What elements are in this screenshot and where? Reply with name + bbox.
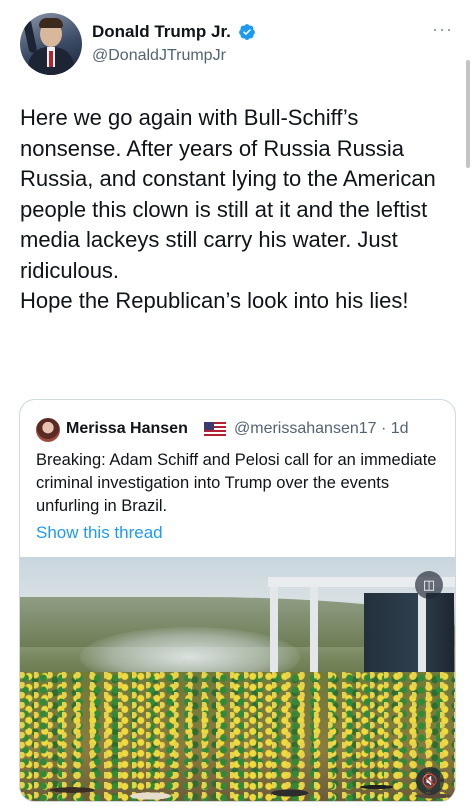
quoted-media-image[interactable]: ◫ 🔇 <box>20 557 455 801</box>
scrollbar[interactable] <box>466 60 470 168</box>
author-name[interactable]: Donald Trump Jr. <box>92 22 231 42</box>
quoted-handle-time[interactable]: @merissahansen17 · 1d <box>234 419 409 439</box>
quoted-text: Breaking: Adam Schiff and Pelosi call fo… <box>36 451 437 515</box>
us-flag-icon <box>204 422 226 436</box>
tweet-text: Here we go again with Bull-Schiff’s nons… <box>20 105 436 313</box>
quoted-author-name[interactable]: Merissa Hansen <box>66 419 188 439</box>
show-thread-link[interactable]: Show this thread <box>36 522 163 544</box>
author-handle[interactable]: @DonaldJTrumpJr <box>92 46 226 66</box>
more-dots-icon[interactable]: ··· <box>432 20 453 38</box>
verified-badge-icon <box>239 24 255 40</box>
media-badge-icon[interactable]: ◫ <box>415 571 443 599</box>
quoted-tweet[interactable]: Merissa Hansen @merissahansen17 · 1d Bre… <box>19 399 456 802</box>
muted-speaker-icon[interactable]: 🔇 <box>416 767 444 795</box>
author-avatar[interactable] <box>20 13 82 75</box>
quoted-author-avatar[interactable] <box>36 418 60 442</box>
